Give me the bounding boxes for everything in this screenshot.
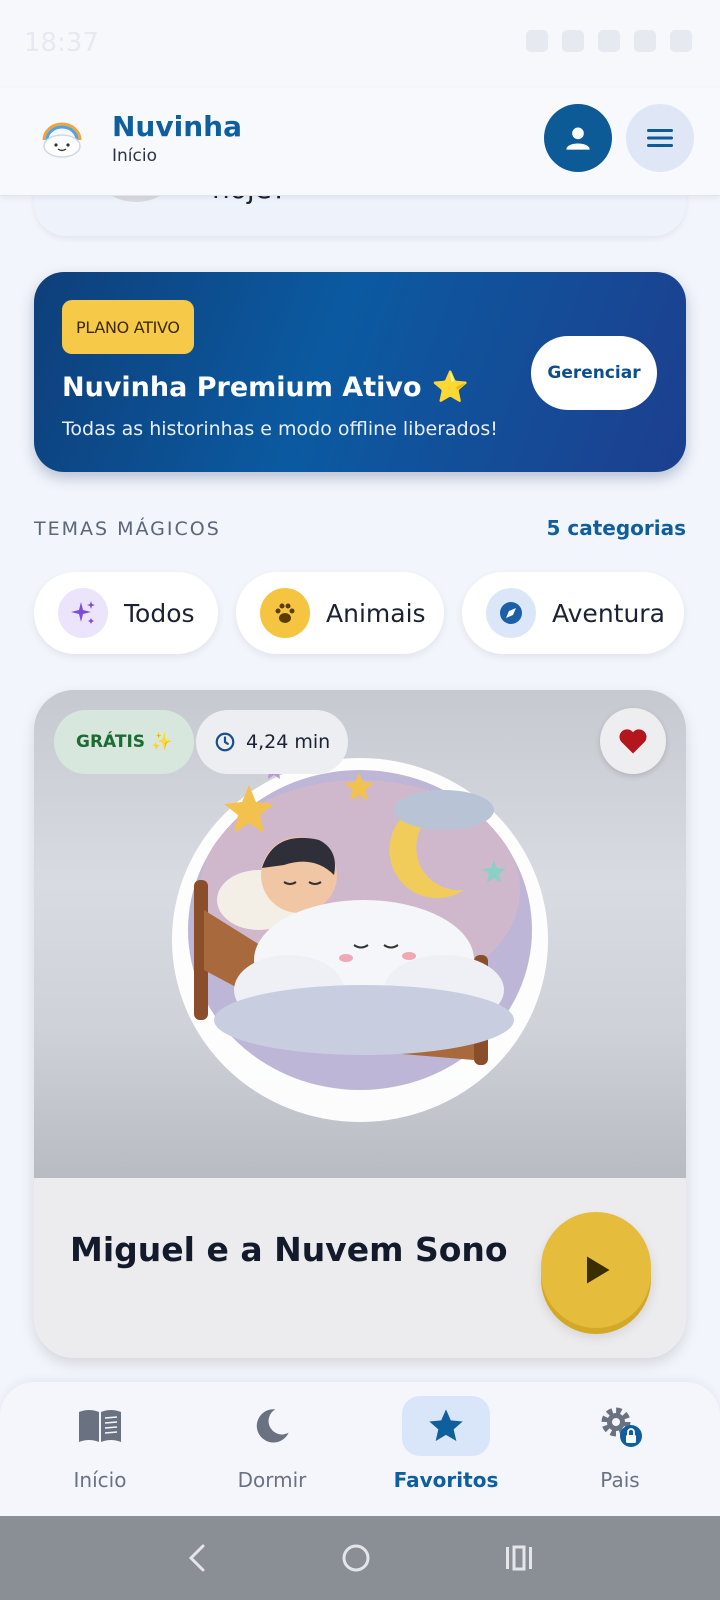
star-icon bbox=[429, 1409, 463, 1441]
nav-icon-box bbox=[576, 1396, 664, 1456]
app-title: Nuvinha bbox=[112, 110, 242, 143]
user-icon bbox=[566, 127, 590, 150]
gear-lock-icon bbox=[601, 1407, 642, 1447]
hamburger-icon bbox=[647, 129, 673, 147]
recents-icon[interactable] bbox=[503, 1543, 535, 1573]
profile-button[interactable] bbox=[544, 104, 612, 172]
nav-icon-box bbox=[56, 1396, 144, 1456]
chip-todos[interactable]: Todos bbox=[34, 572, 218, 654]
signal-icon bbox=[634, 30, 656, 52]
nav-label: Favoritos bbox=[393, 1468, 499, 1492]
paw-icon bbox=[260, 588, 310, 638]
menu-button[interactable] bbox=[626, 104, 694, 172]
story-title: Miguel e a Nuvem Sonole... bbox=[70, 1230, 510, 1269]
premium-title-text: Nuvinha Premium Ativo bbox=[62, 372, 422, 403]
play-button[interactable] bbox=[541, 1212, 651, 1328]
bottom-navigation: Início Dormir Favoritos Pais bbox=[0, 1382, 720, 1516]
free-badge: GRÁTIS ✨ bbox=[54, 710, 195, 774]
wifi-icon bbox=[598, 30, 620, 52]
star-emoji-icon: ⭐ bbox=[431, 370, 469, 405]
system-navigation-bar bbox=[0, 1516, 720, 1600]
nav-item-pais[interactable]: Pais bbox=[560, 1396, 680, 1506]
premium-subtitle: Todas as historinhas e modo offline libe… bbox=[62, 418, 498, 440]
chip-animais[interactable]: Animais bbox=[236, 572, 444, 654]
play-icon bbox=[587, 1256, 610, 1284]
alarm-icon bbox=[526, 30, 548, 52]
nav-label: Dormir bbox=[237, 1468, 307, 1492]
chip-label: Todos bbox=[124, 598, 195, 628]
heart-icon bbox=[619, 729, 647, 754]
chip-label: Aventura bbox=[552, 598, 665, 628]
data-icon bbox=[562, 30, 584, 52]
duration-badge: 4,24 min bbox=[196, 710, 349, 774]
nav-label: Início bbox=[73, 1468, 127, 1492]
duration-text: 4,24 min bbox=[246, 731, 331, 753]
nav-item-inicio[interactable]: Início bbox=[40, 1396, 160, 1506]
plan-badge: PLANO ATIVO bbox=[62, 300, 194, 354]
story-card[interactable]: GRÁTIS ✨ 4,24 min Miguel e a Nuvem Sonol… bbox=[34, 690, 686, 1358]
status-time: 18:37 bbox=[24, 28, 99, 58]
status-icons bbox=[526, 30, 692, 52]
home-icon[interactable] bbox=[340, 1542, 372, 1574]
favorite-button[interactable] bbox=[600, 708, 666, 774]
chip-label: Animais bbox=[326, 598, 426, 628]
sparkles-icon bbox=[58, 588, 108, 638]
nav-item-favoritos[interactable]: Favoritos bbox=[386, 1396, 506, 1506]
compass-icon bbox=[486, 588, 536, 638]
clock-icon bbox=[215, 732, 235, 752]
premium-card: PLANO ATIVO Nuvinha Premium Ativo ⭐ Toda… bbox=[34, 272, 686, 472]
nav-icon-box bbox=[402, 1396, 490, 1456]
nav-label: Pais bbox=[600, 1468, 640, 1492]
moon-icon bbox=[256, 1409, 289, 1443]
app-logo-icon bbox=[42, 122, 82, 158]
manage-button[interactable]: Gerenciar bbox=[531, 336, 657, 410]
app-header: Nuvinha Início bbox=[0, 88, 720, 196]
page-subtitle: Início bbox=[112, 146, 157, 166]
back-icon[interactable] bbox=[185, 1543, 209, 1573]
battery-icon bbox=[670, 30, 692, 52]
nav-item-dormir[interactable]: Dormir bbox=[212, 1396, 332, 1506]
status-bar: 18:37 bbox=[0, 0, 720, 88]
themes-heading: TEMAS MÁGICOS bbox=[34, 518, 221, 540]
chip-aventura[interactable]: Aventura bbox=[462, 572, 684, 654]
categories-link[interactable]: 5 categorias bbox=[546, 516, 686, 540]
book-icon bbox=[79, 1410, 121, 1442]
nav-icon-box bbox=[228, 1396, 316, 1456]
premium-title: Nuvinha Premium Ativo ⭐ bbox=[62, 370, 469, 405]
